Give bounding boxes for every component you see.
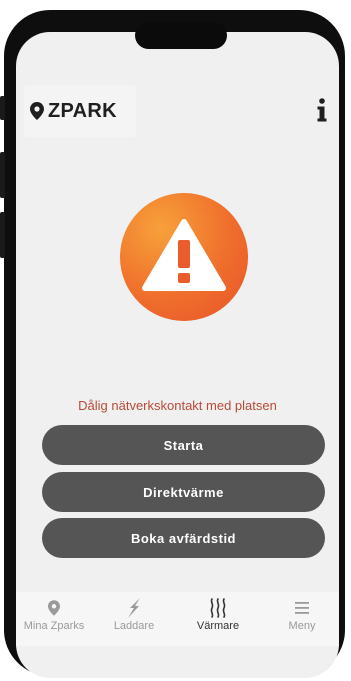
lightning-icon <box>128 598 140 618</box>
location-chip[interactable]: ZPARK <box>24 85 136 137</box>
volume-up-button <box>0 152 5 198</box>
brand-title: ZPARK <box>48 99 117 122</box>
volume-down-button <box>0 212 5 258</box>
pin-icon <box>48 600 60 616</box>
book-departure-button[interactable]: Boka avfärdstid <box>42 518 325 558</box>
heat-icon <box>210 598 226 618</box>
pin-icon <box>30 102 44 120</box>
nav-item-mina-zparks[interactable]: Mina Zparks <box>16 598 94 632</box>
info-icon[interactable] <box>316 98 328 122</box>
bottom-nav: Mina Zparks Laddare Värmare Meny <box>16 592 339 646</box>
menu-icon <box>295 602 309 614</box>
nav-label: Meny <box>288 620 316 632</box>
warning-triangle-icon <box>142 219 226 291</box>
nav-label: Mina Zparks <box>23 620 85 632</box>
dynamic-island <box>135 22 227 49</box>
warning-badge <box>120 193 248 321</box>
nav-label: Laddare <box>113 620 155 632</box>
app-header: ZPARK <box>16 80 339 140</box>
start-button[interactable]: Starta <box>42 425 325 465</box>
app-screen: ZPARK Dålig nätverkskontakt med platsen … <box>16 32 339 678</box>
nav-item-varmare[interactable]: Värmare <box>178 598 258 632</box>
nav-item-laddare[interactable]: Laddare <box>94 598 174 632</box>
nav-item-meny[interactable]: Meny <box>262 598 339 632</box>
direct-heat-button[interactable]: Direktvärme <box>42 472 325 512</box>
home-indicator[interactable] <box>125 659 243 663</box>
mute-switch <box>0 96 5 120</box>
network-status-message: Dålig nätverkskontakt med platsen <box>78 398 277 413</box>
nav-label: Värmare <box>196 620 240 632</box>
